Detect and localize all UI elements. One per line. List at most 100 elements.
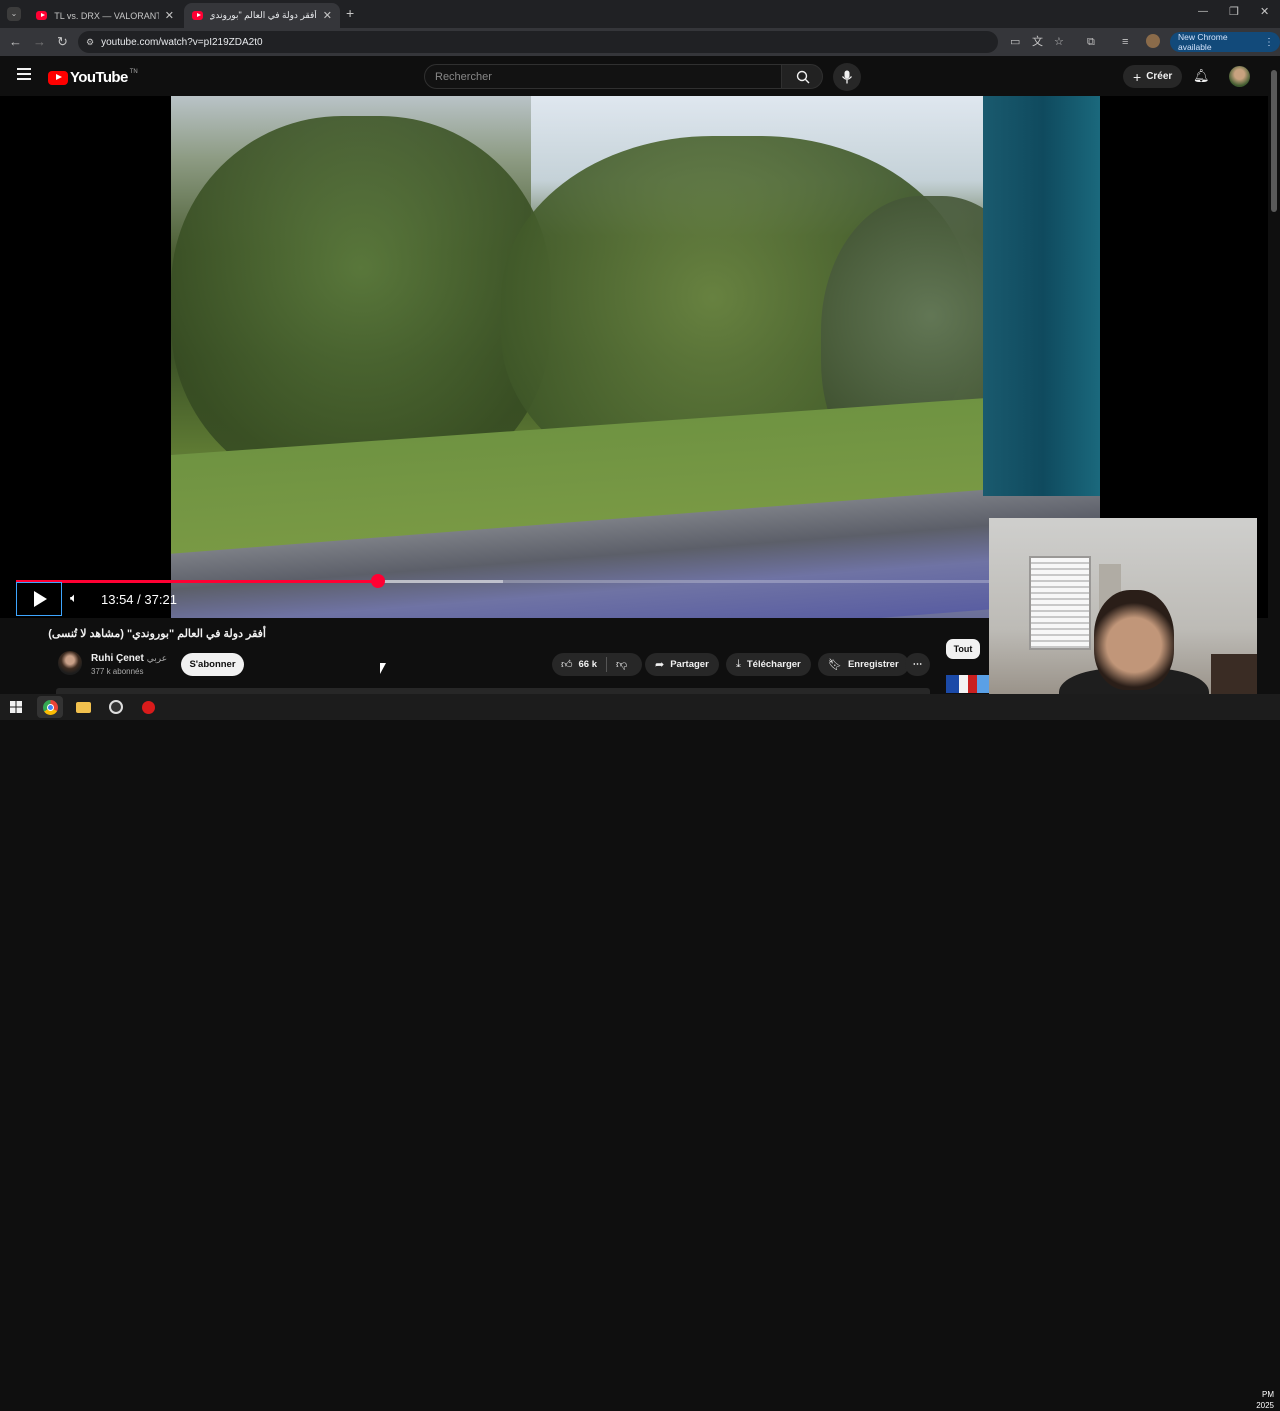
restore-window-icon[interactable]: ❐: [1229, 5, 1239, 18]
chip-all[interactable]: Tout: [946, 639, 980, 659]
new-chrome-label: New Chrome available: [1178, 32, 1228, 52]
notifications-bell-icon[interactable]: 🔔︎: [1193, 68, 1210, 84]
youtube-header: YouTube TN Rechercher + Créer 🔔︎: [0, 56, 1268, 96]
like-count: 66 k: [578, 659, 598, 670]
windows-taskbar: PM 2025: [0, 694, 1280, 1410]
tab-title: أفقر دولة في العالم "بوروندي" (م...: [210, 10, 317, 20]
microphone-icon: [841, 70, 853, 84]
share-label: Partager: [670, 659, 709, 670]
webcam-person-head: [1094, 590, 1174, 690]
create-label: Créer: [1146, 71, 1173, 82]
subscribe-button[interactable]: S'abonner: [181, 653, 244, 676]
save-label: Enregistrer: [847, 659, 899, 670]
progress-played: [16, 580, 378, 583]
record-icon: [141, 700, 155, 714]
bookmark-icon: 🔖︎: [828, 659, 842, 671]
close-tab-icon[interactable]: ✕: [165, 9, 174, 22]
youtube-play-logo-icon: [48, 70, 68, 85]
video-title: أفقر دولة في العالم "بوروندي" (مشاهد لا …: [48, 628, 266, 640]
taskbar-app[interactable]: [103, 696, 129, 718]
folder-icon: [75, 701, 91, 713]
scrubber-handle[interactable]: [370, 574, 385, 588]
play-icon: [34, 591, 47, 607]
video-frame[interactable]: [171, 96, 1100, 618]
clock-time: PM: [1262, 1390, 1274, 1399]
search-input[interactable]: Rechercher: [424, 64, 782, 89]
windows-start-icon[interactable]: [3, 696, 29, 718]
taskbar-chrome[interactable]: [37, 696, 63, 718]
youtube-favicon-icon: [192, 11, 204, 20]
play-button[interactable]: [16, 582, 62, 616]
browser-toolbar: ← → ↻ ⚙ youtube.com/watch?v=pI219ZDA2t0 …: [0, 28, 1280, 56]
total-time: 37:21: [144, 592, 177, 607]
obs-icon: [109, 700, 123, 714]
save-button[interactable]: 🔖︎ Enregistrer: [818, 653, 909, 676]
dislike-button[interactable]: 👎︎: [607, 653, 636, 676]
country-code: TN: [129, 68, 138, 75]
download-button[interactable]: ⤓ Télécharger: [726, 653, 811, 676]
tab-title: TL vs. DRX — VALORANT Champ: [54, 10, 159, 21]
plus-icon: +: [1133, 68, 1142, 85]
channel-name[interactable]: Ruhi Çenet عربي: [91, 653, 167, 664]
forward-icon[interactable]: →: [33, 34, 46, 50]
reload-icon[interactable]: ↻: [57, 34, 68, 50]
share-button[interactable]: ➦ Partager: [645, 653, 719, 676]
new-tab-icon[interactable]: +: [346, 5, 354, 21]
download-icon: ⤓: [736, 658, 741, 670]
more-actions-button[interactable]: ⋯: [905, 653, 930, 676]
webcam-overlay: [989, 518, 1257, 720]
webcam-window-blinds: [1029, 556, 1091, 650]
like-button[interactable]: 👍︎ 66 k: [552, 653, 606, 676]
taskbar-file-explorer[interactable]: [70, 696, 96, 718]
mouse-cursor-icon: [380, 663, 386, 674]
search-placeholder: Rechercher: [435, 70, 492, 83]
clock-date: 2025: [1256, 1401, 1274, 1410]
youtube-favicon-icon: [36, 11, 48, 20]
close-window-icon[interactable]: ✕: [1260, 5, 1269, 18]
page-scrollbar-thumb[interactable]: [1271, 70, 1277, 212]
menu-hamburger-icon[interactable]: [17, 68, 31, 80]
close-tab-icon[interactable]: ✕: [323, 9, 332, 22]
logo-text: YouTube: [70, 69, 128, 86]
time-display: 13:54 / 37:21: [101, 592, 177, 607]
channel-name-text: Ruhi Çenet: [91, 653, 144, 664]
more-horizontal-icon: ⋯: [912, 659, 923, 670]
new-chrome-available-button[interactable]: New Chrome available ⋮: [1170, 32, 1280, 52]
volume-icon[interactable]: 🔈︎: [70, 590, 78, 606]
browser-tab-valorant[interactable]: TL vs. DRX — VALORANT Champ ✕: [28, 3, 182, 28]
video-curtain: [983, 96, 1100, 496]
browser-tab-strip: ⌄ TL vs. DRX — VALORANT Champ ✕ أفقر دول…: [0, 0, 1280, 28]
minimize-window-icon[interactable]: —: [1198, 6, 1208, 17]
subscriber-count: 377 k abonnés: [91, 667, 144, 676]
download-label: Télécharger: [746, 659, 801, 670]
recommended-video-thumbnail[interactable]: [946, 675, 990, 693]
search-icon: [796, 70, 810, 84]
address-bar[interactable]: ⚙ youtube.com/watch?v=pI219ZDA2t0: [78, 31, 998, 53]
youtube-logo[interactable]: YouTube TN: [48, 69, 138, 86]
extensions-icon[interactable]: ⧉: [1087, 34, 1095, 50]
profile-avatar-icon[interactable]: [1146, 34, 1160, 48]
url-text: youtube.com/watch?v=pI219ZDA2t0: [101, 36, 263, 48]
more-menu-icon[interactable]: ⋮: [1264, 37, 1274, 48]
search-button[interactable]: [781, 64, 823, 89]
back-icon[interactable]: ←: [9, 34, 22, 50]
system-clock[interactable]: PM 2025: [1254, 1389, 1274, 1411]
share-arrow-icon: ➦: [655, 659, 665, 671]
channel-tag: عربي: [146, 653, 168, 663]
thumbs-down-icon: 👎︎: [616, 659, 628, 671]
create-button[interactable]: + Créer: [1123, 65, 1183, 88]
channel-avatar[interactable]: [58, 651, 82, 675]
thumbs-up-icon: 👍︎: [561, 659, 573, 671]
account-avatar[interactable]: [1229, 66, 1250, 87]
browser-tab-burundi[interactable]: أفقر دولة في العالم "بوروندي" (م... ✕: [184, 3, 340, 28]
current-time: 13:54: [101, 592, 134, 607]
cast-icon[interactable]: ▭: [1010, 34, 1020, 50]
translate-icon[interactable]: 文: [1032, 34, 1043, 50]
voice-search-button[interactable]: [833, 63, 861, 91]
chrome-icon: [42, 699, 58, 715]
site-info-icon[interactable]: ⚙: [86, 37, 94, 48]
taskbar-recording[interactable]: [135, 696, 161, 718]
bookmark-star-icon[interactable]: ☆: [1054, 34, 1064, 50]
reading-list-icon[interactable]: ≡: [1122, 34, 1128, 50]
tab-search-icon[interactable]: ⌄: [7, 7, 21, 21]
